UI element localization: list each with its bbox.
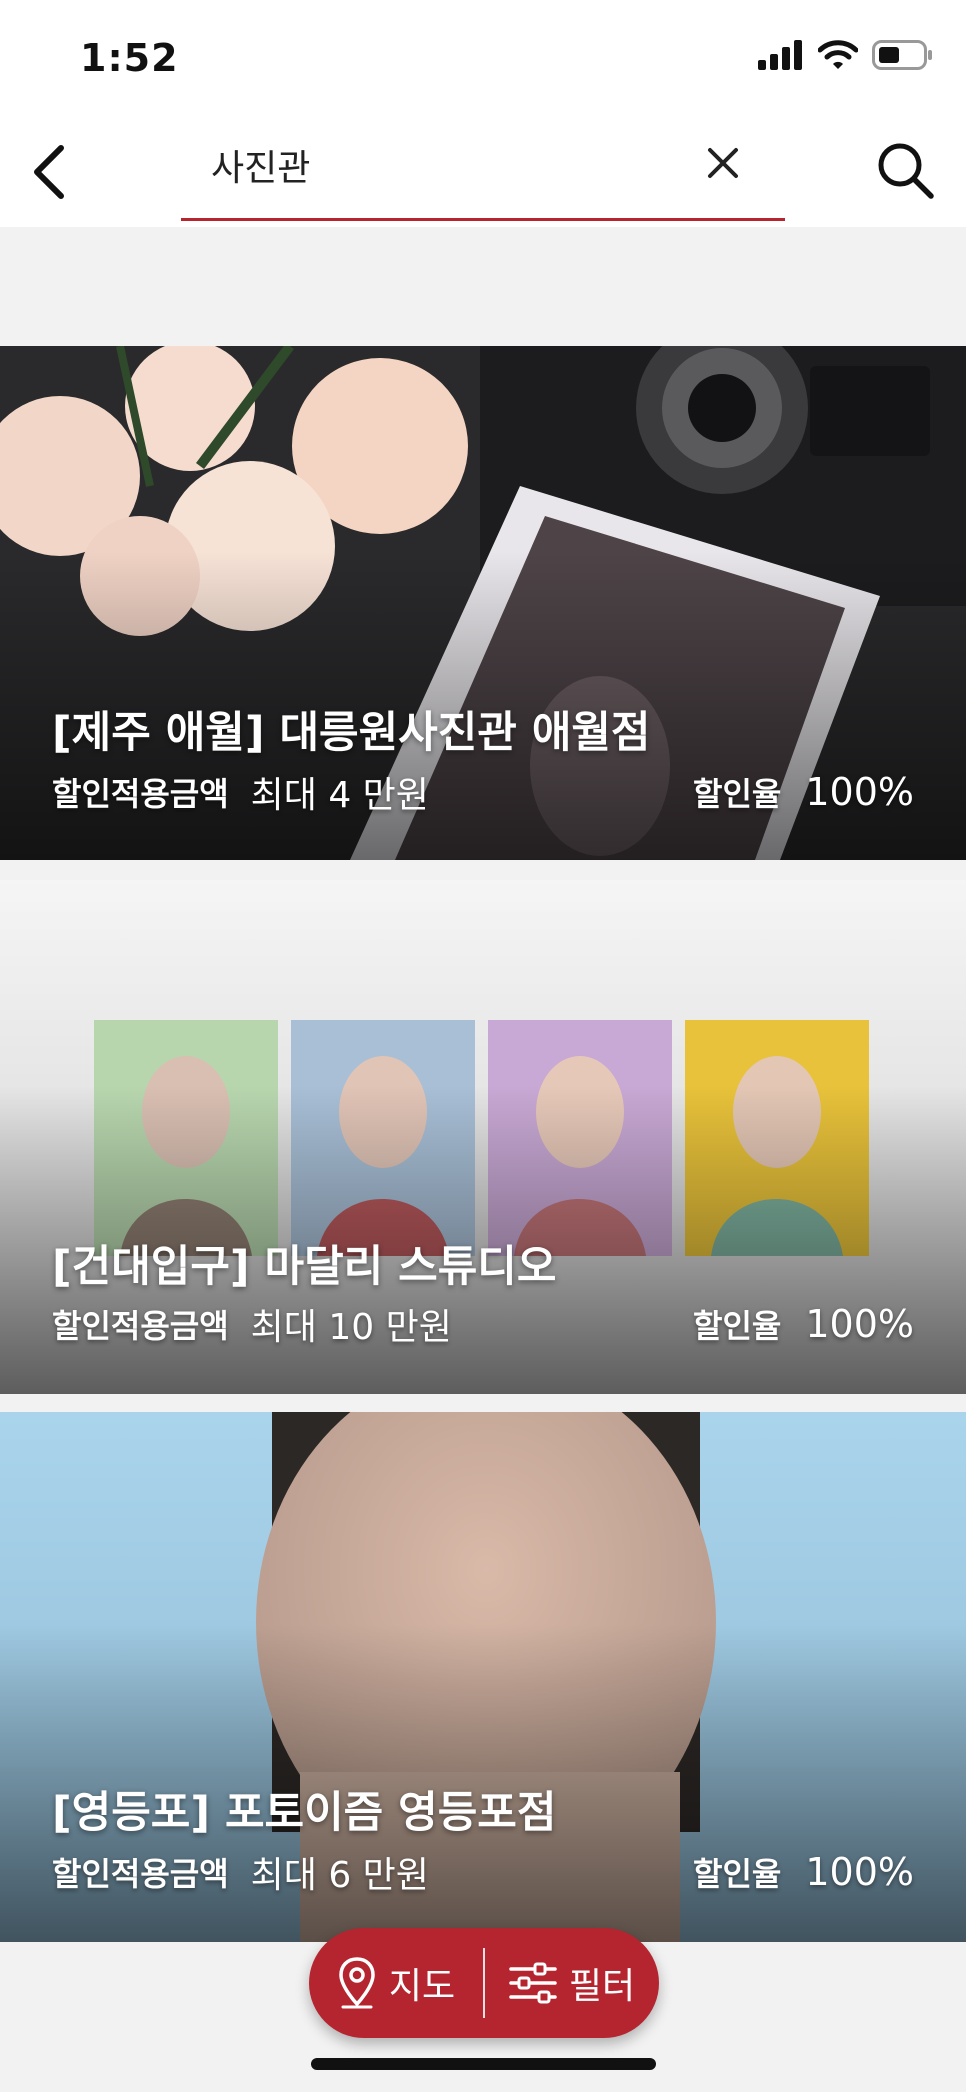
result-card[interactable]: [영등포] 포토이즘 영등포점 할인적용금액 최대 6 만원 할인율 100% — [0, 1412, 966, 1942]
filter-button[interactable]: 필터 — [485, 1928, 659, 2038]
discount-rate: 할인율 100% — [693, 1849, 914, 1895]
clear-search-button[interactable] — [695, 135, 751, 191]
discount-rate-label: 할인율 — [693, 1855, 782, 1893]
discount-amount-label: 할인적용금액 — [52, 775, 229, 813]
discount-amount-value: 최대 10 만원 — [250, 1307, 452, 1348]
close-icon — [708, 148, 738, 178]
search-input[interactable]: 사진관 — [181, 115, 785, 221]
status-icons — [758, 40, 934, 70]
map-button[interactable]: 지도 — [309, 1928, 483, 2038]
discount-info: 할인적용금액 최대 6 만원 할인율 100% — [52, 1846, 914, 1898]
search-icon — [878, 143, 934, 199]
discount-amount-label: 할인적용금액 — [52, 1855, 229, 1893]
home-indicator — [311, 2058, 656, 2070]
discount-rate: 할인율 100% — [693, 769, 914, 815]
studio-title: [건대입구] 마달리 스튜디오 — [52, 1242, 557, 1292]
discount-rate: 할인율 100% — [693, 1301, 914, 1347]
filter-button-label: 필터 — [568, 1966, 636, 2007]
status-bar: 1:52 — [0, 0, 966, 115]
map-button-label: 지도 — [388, 1966, 456, 2007]
floating-action-bar: 지도 필터 — [309, 1928, 659, 2038]
signal-icon — [758, 40, 802, 70]
discount-amount-value: 최대 4 만원 — [250, 775, 429, 816]
discount-rate-value: 100% — [805, 1850, 914, 1894]
result-card[interactable]: [제주 애월] 대릉원사진관 애월점 할인적용금액 최대 4 만원 할인율 10… — [0, 346, 966, 860]
discount-info: 할인적용금액 최대 10 만원 할인율 100% — [52, 1298, 914, 1350]
discount-amount-value: 최대 6 만원 — [250, 1855, 429, 1896]
map-pin-icon — [339, 1957, 375, 2009]
chevron-left-icon — [34, 145, 64, 199]
studio-title: [영등포] 포토이즘 영등포점 — [52, 1788, 557, 1838]
discount-info: 할인적용금액 최대 4 만원 할인율 100% — [52, 766, 914, 818]
discount-rate-value: 100% — [805, 770, 914, 814]
status-time: 1:52 — [80, 36, 179, 80]
back-button[interactable] — [14, 137, 84, 207]
screen: 1:52 사진관 [제주 애월] 대릉원사진관 애월점 할인적용금액 최대 4 … — [0, 0, 966, 2092]
discount-rate-label: 할인율 — [693, 775, 782, 813]
search-header: 사진관 — [0, 115, 966, 227]
search-button[interactable] — [868, 133, 944, 209]
sliders-icon — [509, 1962, 557, 2004]
discount-amount-label: 할인적용금액 — [52, 1307, 229, 1345]
discount-rate-label: 할인율 — [693, 1307, 782, 1345]
studio-title: [제주 애월] 대릉원사진관 애월점 — [52, 708, 651, 758]
wifi-icon — [818, 40, 858, 69]
discount-rate-value: 100% — [805, 1302, 914, 1346]
search-query[interactable]: 사진관 — [211, 139, 310, 191]
result-card[interactable]: [건대입구] 마달리 스튜디오 할인적용금액 최대 10 만원 할인율 100% — [0, 880, 966, 1394]
battery-icon — [872, 40, 932, 70]
